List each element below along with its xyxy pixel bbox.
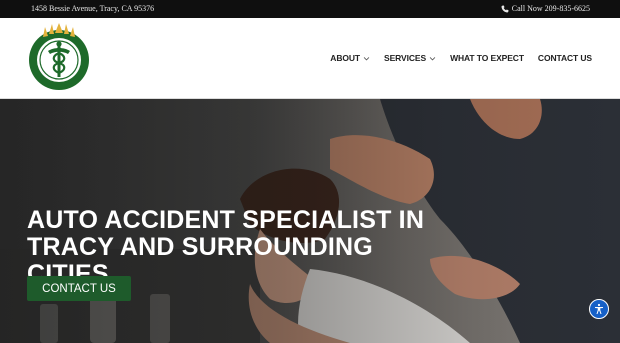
hero-banner: AUTO ACCIDENT SPECIALIST IN TRACY AND SU…: [0, 99, 620, 343]
nav-item-label: ABOUT: [330, 53, 361, 63]
phone-link[interactable]: Call Now 209-835-6625: [501, 4, 590, 13]
contact-us-button[interactable]: CONTACT US: [27, 276, 131, 301]
logo-emblem-icon: [29, 23, 89, 90]
nav-item-label: WHAT TO EXPECT: [450, 53, 524, 63]
top-info-bar: 1458 Bessie Avenue, Tracy, CA 95376 Call…: [0, 0, 620, 18]
main-navigation: ABOUT SERVICES WHAT TO EXPECT CONTACT US: [316, 53, 592, 63]
nav-item-about[interactable]: ABOUT: [330, 53, 370, 63]
chevron-down-icon: [429, 56, 436, 60]
address-text: 1458 Bessie Avenue, Tracy, CA 95376: [31, 4, 155, 13]
accessibility-widget-button[interactable]: [589, 299, 609, 319]
nav-item-what-to-expect[interactable]: WHAT TO EXPECT: [450, 53, 524, 63]
hero-title-line-1: AUTO ACCIDENT SPECIALIST IN: [27, 206, 425, 234]
nav-item-label: SERVICES: [384, 53, 427, 63]
phone-icon: [501, 5, 509, 12]
tracy-chiropractic-logo[interactable]: [24, 23, 94, 93]
nav-item-services[interactable]: SERVICES: [384, 53, 436, 63]
site-header: ABOUT SERVICES WHAT TO EXPECT CONTACT US: [0, 18, 620, 99]
chevron-down-icon: [363, 56, 370, 60]
nav-item-contact-us[interactable]: CONTACT US: [538, 53, 592, 63]
phone-number-text: Call Now 209-835-6625: [511, 4, 590, 13]
accessibility-icon: [595, 303, 603, 314]
nav-item-label: CONTACT US: [537, 53, 592, 63]
